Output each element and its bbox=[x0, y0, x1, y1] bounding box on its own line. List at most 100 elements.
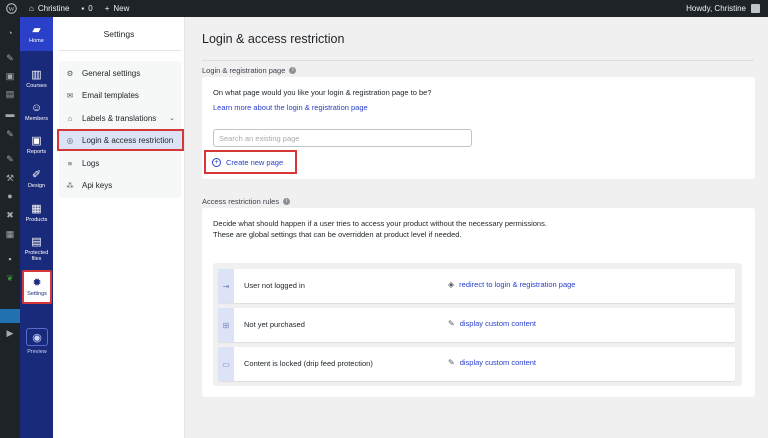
play-icon[interactable]: ▶ bbox=[4, 328, 16, 338]
lock-icon: ▭ bbox=[218, 347, 234, 381]
nav-home-label: Home bbox=[29, 38, 44, 44]
reports-icon: ▣ bbox=[31, 135, 42, 147]
nav-courses[interactable]: ▥ Courses bbox=[20, 69, 53, 89]
gear-icon: ✹ bbox=[32, 277, 42, 289]
nav-design-label: Design bbox=[27, 183, 46, 189]
users-icon[interactable]: ● bbox=[4, 191, 16, 201]
rule-name: User not logged in bbox=[244, 281, 305, 290]
plugin-nav: ▰ Home ▥ Courses ☺ Members ▣ Reports ✐ D… bbox=[20, 17, 53, 438]
divider bbox=[59, 50, 181, 51]
page-title: Login & access restriction bbox=[202, 32, 345, 46]
cart-icon: ⊞ bbox=[218, 308, 234, 342]
rule-action-label: display custom content bbox=[459, 358, 536, 367]
info-icon[interactable]: i bbox=[289, 67, 297, 74]
login-page-card: On what page would you like your login &… bbox=[202, 77, 755, 179]
brush-icon: ✐ bbox=[31, 169, 42, 181]
media-icon[interactable]: ▣ bbox=[4, 71, 16, 81]
info-icon[interactable]: i bbox=[283, 198, 291, 205]
nav-members-label: Members bbox=[25, 116, 48, 122]
plus-icon: + bbox=[104, 4, 110, 13]
site-name: Christine bbox=[37, 4, 70, 13]
tag-icon: ⌂ bbox=[67, 113, 73, 123]
nav-design[interactable]: ✐ Design bbox=[20, 169, 53, 189]
products-icon: ▦ bbox=[31, 203, 42, 215]
create-new-page-button[interactable]: + Create new page bbox=[204, 150, 297, 174]
rules-description-line1: Decide what should happen if a user trie… bbox=[213, 219, 547, 228]
nav-members[interactable]: ☺ Members bbox=[20, 102, 53, 122]
plugins-icon[interactable]: ⚒ bbox=[4, 173, 16, 183]
rule-action-link[interactable]: ◈ redirect to login & registration page bbox=[448, 280, 575, 289]
rules-card: Decide what should happen if a user trie… bbox=[202, 208, 755, 397]
rule-action-link[interactable]: ✎ display custom content bbox=[448, 319, 536, 328]
title-divider bbox=[202, 60, 754, 61]
tools-icon[interactable]: ✖ bbox=[4, 210, 16, 220]
leaf-icon[interactable]: ❦ bbox=[4, 273, 16, 283]
appearance-icon[interactable]: ✎ bbox=[4, 154, 16, 164]
dashboard-icon[interactable]: ◔ bbox=[4, 28, 16, 38]
nav-home[interactable]: ▰ Home bbox=[20, 17, 53, 51]
courses-icon: ▥ bbox=[31, 69, 42, 81]
login-page-question: On what page would you like your login &… bbox=[213, 88, 432, 97]
admin-bar: W ⌂ Christine ▪ 0 + New Howdy, Christine bbox=[0, 0, 768, 17]
rules-label: Access restriction rules bbox=[202, 197, 280, 206]
rule-action-label: redirect to login & registration page bbox=[459, 280, 576, 289]
settings-nav-item-email-templates[interactable]: ✉ Email templates bbox=[59, 84, 181, 106]
nav-settings[interactable]: ✹ Settings bbox=[22, 270, 52, 304]
pin-icon[interactable]: ✎ bbox=[4, 129, 16, 139]
pages-icon[interactable]: ▤ bbox=[4, 89, 16, 99]
login-page-section-label: Login & registration page i bbox=[202, 66, 297, 75]
settings-nav-item-label: Email templates bbox=[82, 90, 139, 100]
search-page-input[interactable] bbox=[213, 129, 472, 147]
comments-icon[interactable]: ▬ bbox=[4, 109, 16, 119]
settings-nav-item-logs[interactable]: ≡ Logs bbox=[59, 152, 181, 174]
rules-description-line2: These are global settings that can be ov… bbox=[213, 230, 462, 239]
nav-preview-label: Preview bbox=[27, 349, 47, 355]
nav-protected-files[interactable]: ▤ Protected files bbox=[20, 236, 53, 262]
nav-reports[interactable]: ▣ Reports bbox=[20, 135, 53, 155]
envelope-icon: ✉ bbox=[66, 90, 74, 100]
nav-products[interactable]: ▦ Products bbox=[20, 203, 53, 223]
eye-icon: ◉ bbox=[26, 328, 48, 346]
plus-circle-icon: + bbox=[212, 157, 221, 167]
nav-products-label: Products bbox=[25, 217, 48, 223]
wordpress-logo[interactable]: W bbox=[0, 0, 23, 17]
settings-nav-item-label: Logs bbox=[82, 158, 100, 168]
new-content-link[interactable]: + New bbox=[99, 0, 136, 17]
members-icon: ☺ bbox=[30, 102, 43, 114]
active-menu-indicator[interactable] bbox=[0, 309, 20, 323]
comment-icon: ▪ bbox=[81, 4, 85, 13]
rule-action-link[interactable]: ✎ display custom content bbox=[448, 358, 536, 367]
new-label: New bbox=[113, 4, 130, 13]
chevron-down-icon[interactable]: ⌄ bbox=[169, 114, 175, 122]
settings-nav-item-general[interactable]: ⚙ General settings bbox=[59, 62, 181, 84]
eye-icon: ◎ bbox=[66, 135, 74, 145]
settings-nav-item-label: Labels & translations bbox=[82, 113, 157, 123]
login-page-label: Login & registration page bbox=[202, 66, 286, 75]
book-open-icon: ▰ bbox=[32, 24, 41, 36]
settings-icon[interactable]: ▦ bbox=[4, 229, 16, 239]
settings-nav-item-label: Login & access restriction bbox=[82, 135, 174, 145]
create-new-page-label: Create new page bbox=[226, 157, 284, 167]
rule-action-label: display custom content bbox=[459, 319, 536, 328]
plugin-menu-icon[interactable]: ▪ bbox=[4, 254, 16, 264]
settings-nav-item-login-access[interactable]: ◎ Login & access restriction bbox=[57, 129, 184, 151]
greeting: Howdy, Christine bbox=[686, 4, 746, 13]
account-menu[interactable]: Howdy, Christine bbox=[680, 0, 768, 17]
settings-nav-item-label: General settings bbox=[82, 68, 141, 78]
home-icon: ⌂ bbox=[29, 4, 34, 13]
rules-section-label: Access restriction rules i bbox=[202, 197, 291, 206]
gear-icon: ⚙ bbox=[66, 68, 74, 78]
rule-row-not-purchased: ⊞ Not yet purchased ✎ display custom con… bbox=[218, 308, 735, 342]
nav-protected-files-label: Protected files bbox=[24, 250, 49, 262]
nav-reports-label: Reports bbox=[26, 149, 47, 155]
settings-nav-item-labels-translations[interactable]: ⌂ Labels & translations ⌄ bbox=[59, 107, 181, 129]
learn-more-link[interactable]: Learn more about the login & registratio… bbox=[213, 103, 368, 112]
nav-preview[interactable]: ◉ Preview bbox=[24, 328, 50, 368]
comments-link[interactable]: ▪ 0 bbox=[75, 0, 98, 17]
rule-row-not-logged-in: ⇥ User not logged in ◈ redirect to login… bbox=[218, 269, 735, 303]
site-name-link[interactable]: ⌂ Christine bbox=[23, 0, 75, 17]
settings-nav: Settings ⚙ General settings ✉ Email temp… bbox=[53, 17, 185, 438]
posts-pin-icon[interactable]: ✎ bbox=[4, 53, 16, 63]
main-content: Login & access restriction Login & regis… bbox=[186, 17, 768, 438]
settings-nav-item-api-keys[interactable]: ⁂ Api keys bbox=[59, 174, 181, 196]
